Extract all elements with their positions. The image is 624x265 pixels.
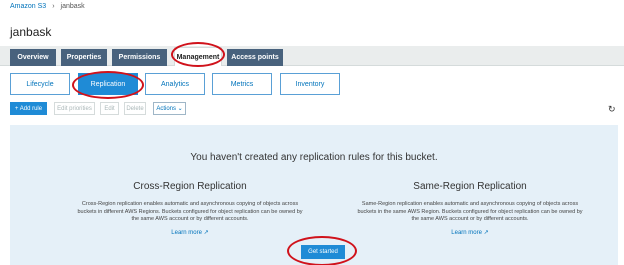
- page-title: janbask: [10, 25, 52, 39]
- actions-dropdown[interactable]: Actions ⌄: [153, 102, 186, 115]
- edit-priorities-button[interactable]: Edit priorities: [54, 102, 95, 115]
- subtab-replication[interactable]: Replication: [78, 73, 138, 95]
- same-region-description: Same-Region replication enables automati…: [357, 201, 583, 222]
- same-region-title: Same-Region Replication: [413, 181, 527, 192]
- tab-access-points[interactable]: Access points: [227, 49, 283, 66]
- cross-region-column: Cross-Region Replication Cross-Region re…: [75, 181, 305, 236]
- tab-properties[interactable]: Properties: [61, 49, 107, 66]
- chevron-right-icon: ›: [52, 3, 55, 10]
- subtab-analytics[interactable]: Analytics: [145, 73, 205, 95]
- refresh-icon[interactable]: ↻: [608, 104, 616, 115]
- cross-region-title: Cross-Region Replication: [133, 181, 247, 192]
- tab-permissions[interactable]: Permissions: [112, 49, 167, 66]
- tab-management[interactable]: Management: [174, 47, 222, 66]
- same-region-column: Same-Region Replication Same-Region repl…: [355, 181, 585, 236]
- same-region-learn-more-link[interactable]: Learn more ↗: [355, 229, 585, 236]
- breadcrumb-current: janbask: [60, 3, 85, 10]
- tab-bar: Overview Properties Permissions Manageme…: [0, 46, 624, 66]
- get-started-button[interactable]: Get started: [301, 245, 345, 259]
- delete-button[interactable]: Delete: [124, 102, 146, 115]
- tab-overview[interactable]: Overview: [10, 49, 56, 66]
- replication-empty-state: You haven't created any replication rule…: [10, 125, 618, 265]
- cross-region-description: Cross-Region replication enables automat…: [77, 201, 303, 222]
- breadcrumb: Amazon S3 › janbask: [10, 3, 85, 10]
- empty-state-heading: You haven't created any replication rule…: [190, 152, 438, 163]
- breadcrumb-amazon-s3[interactable]: Amazon S3: [10, 3, 46, 10]
- cross-region-learn-more-link[interactable]: Learn more ↗: [75, 229, 305, 236]
- subtab-inventory[interactable]: Inventory: [280, 73, 340, 95]
- add-rule-button[interactable]: + Add rule: [10, 102, 47, 115]
- edit-button[interactable]: Edit: [100, 102, 119, 115]
- subtab-metrics[interactable]: Metrics: [212, 73, 272, 95]
- subtab-lifecycle[interactable]: Lifecycle: [10, 73, 70, 95]
